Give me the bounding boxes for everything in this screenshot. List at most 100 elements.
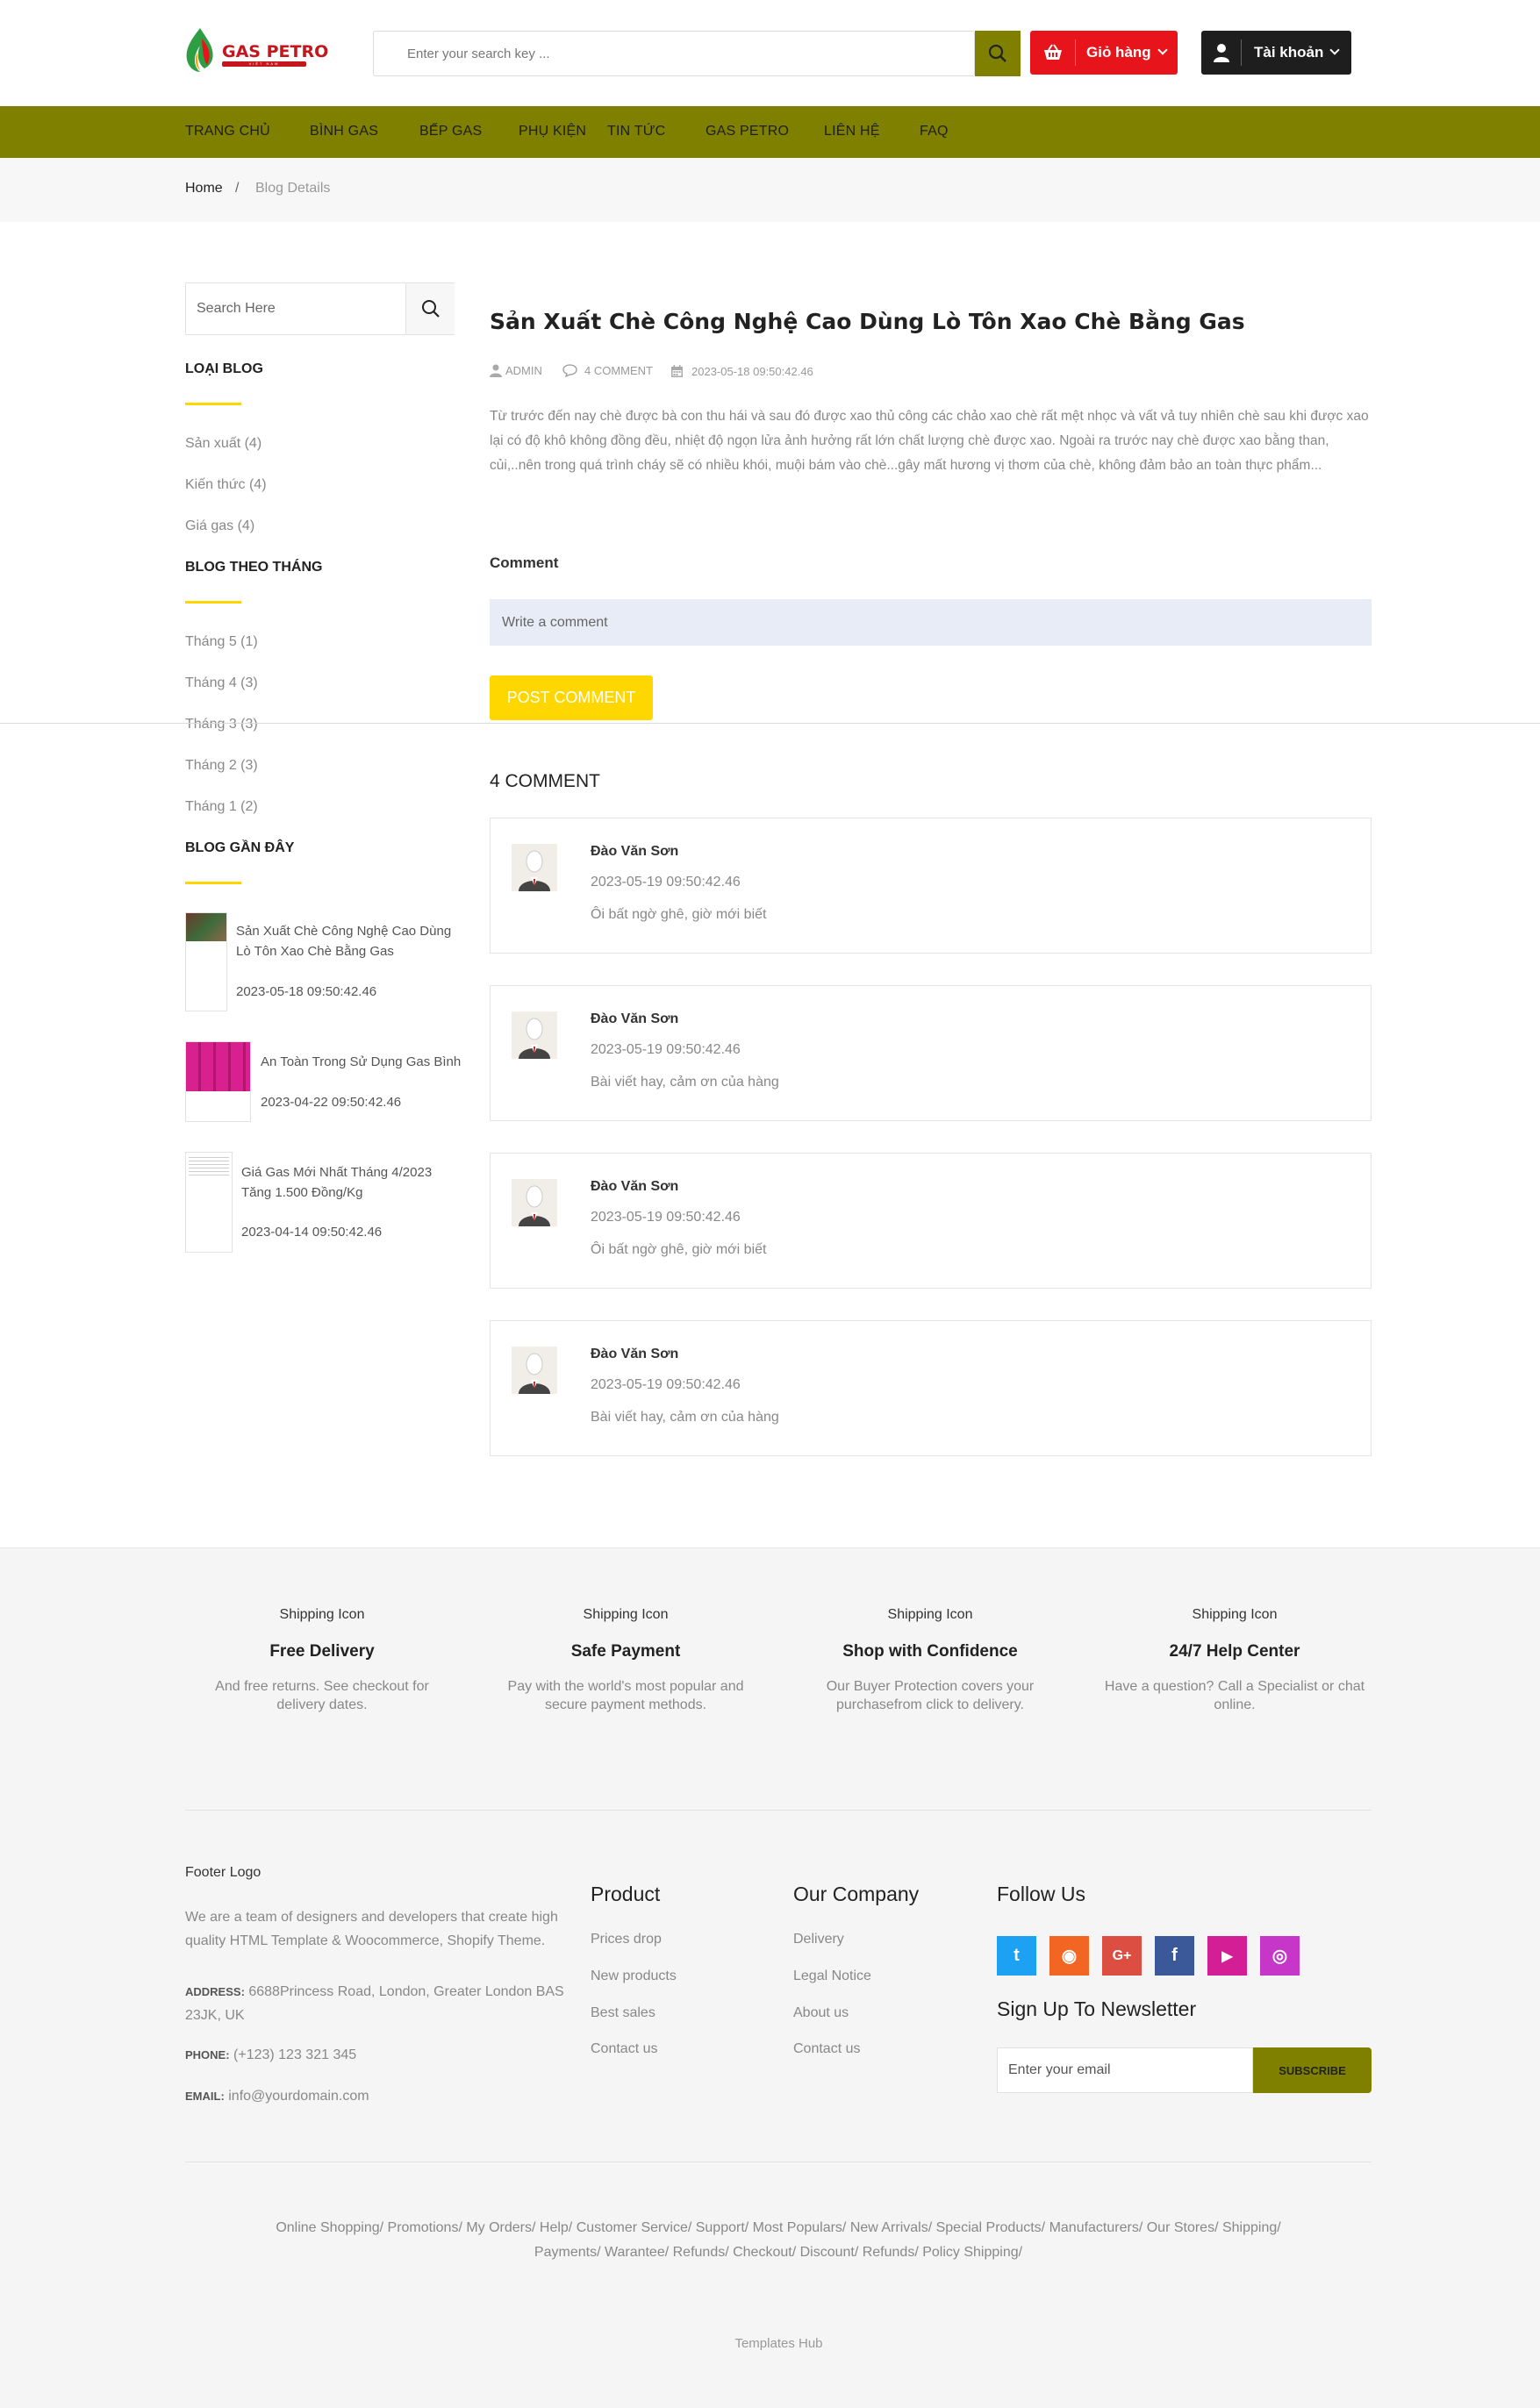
search-icon — [421, 300, 440, 318]
footer-link[interactable]: Prices drop — [591, 1932, 662, 1947]
footer-links-line[interactable]: Payments/ Warantee/ Refunds/ Checkout/ D… — [185, 2240, 1372, 2265]
recent-post-title[interactable]: Giá Gas Mới Nhất Tháng 4/2023 Tăng 1.500… — [241, 1162, 452, 1203]
comment-text: Bài viết hay, cảm ơn của hàng — [591, 1410, 779, 1425]
month-link[interactable]: Tháng 1 (2) — [185, 799, 258, 815]
feature-desc: And free returns. See checkout for deliv… — [215, 1679, 429, 1712]
feature-desc: Have a question? Call a Specialist or ch… — [1104, 1679, 1365, 1712]
footer-link[interactable]: Contact us — [793, 2041, 860, 2057]
footer-link[interactable]: New products — [591, 1969, 677, 1984]
facebook-icon[interactable]: f — [1155, 1936, 1194, 1976]
comment-date: 2023-05-19 09:50:42.46 — [591, 1042, 741, 1057]
footer-about: We are a team of designers and developer… — [185, 1910, 558, 1948]
month-link[interactable]: Tháng 3 (3) — [185, 717, 258, 732]
avatar — [512, 1347, 557, 1394]
newsletter-email-input[interactable] — [997, 2047, 1253, 2093]
month-link[interactable]: Tháng 5 (1) — [185, 634, 258, 650]
heading-underline — [185, 601, 241, 604]
comment-date: 2023-05-19 09:50:42.46 — [591, 1210, 741, 1225]
sidebar-search-button[interactable] — [405, 283, 455, 334]
nav-item-bep-gas[interactable]: BẾP GAS — [419, 124, 482, 139]
phone-label: PHONE: — [185, 2048, 230, 2061]
nav-item-gas-petro[interactable]: GAS PETRO — [706, 124, 789, 139]
post-comment-button[interactable]: POST COMMENT — [490, 675, 653, 720]
cart-label: Giỏ hàng — [1086, 44, 1151, 61]
footer-links-line[interactable]: Online Shopping/ Promotions/ My Orders/ … — [185, 2216, 1372, 2240]
divider — [0, 723, 1540, 724]
comments-heading: 4 COMMENT — [490, 771, 600, 791]
recent-post-date: 2023-04-22 09:50:42.46 — [261, 1095, 402, 1110]
comment-input[interactable] — [490, 599, 1372, 646]
recent-post-date: 2023-05-18 09:50:42.46 — [236, 984, 377, 999]
breadcrumb-separator: / — [235, 181, 240, 196]
footer-link[interactable]: About us — [793, 2005, 849, 2021]
month-link[interactable]: Tháng 2 (3) — [185, 758, 258, 774]
email-value[interactable]: info@yourdomain.com — [228, 2089, 369, 2104]
post-comment-count: 4 COMMENT — [562, 364, 653, 377]
header-search-button[interactable] — [975, 31, 1021, 76]
nav-item-lien-he[interactable]: LIÊN HỆ — [824, 124, 880, 139]
comment-card: Đào Văn Sơn 2023-05-19 09:50:42.46 Ôi bấ… — [490, 1153, 1372, 1289]
months-heading: BLOG THEO THÁNG — [185, 560, 323, 575]
recent-post-title[interactable]: Sản Xuất Chè Công Nghệ Cao Dùng Lò Tôn X… — [236, 921, 459, 961]
google-plus-icon[interactable]: G+ — [1102, 1936, 1142, 1976]
recent-post-thumbnail[interactable] — [185, 1152, 233, 1253]
breadcrumb — [0, 158, 1540, 222]
subscribe-button[interactable]: SUBSCRIBE — [1253, 2047, 1372, 2093]
heading-underline — [185, 882, 241, 884]
comment-card: Đào Văn Sơn 2023-05-19 09:50:42.46 Ôi bấ… — [490, 818, 1372, 954]
footer-link[interactable]: Delivery — [793, 1932, 844, 1947]
nav-item-tin-tuc[interactable]: TIN TỨC — [607, 124, 665, 139]
feature-title: 24/7 Help Center — [1169, 1642, 1300, 1661]
comment-author: Đào Văn Sơn — [591, 1011, 679, 1026]
footer-link[interactable]: Contact us — [591, 2041, 657, 2057]
brand-name[interactable]: GAS PETRO — [222, 42, 328, 61]
recent-post-title[interactable]: An Toàn Trong Sử Dụng Gas Bình — [261, 1052, 462, 1072]
account-label: Tài khoản — [1254, 44, 1324, 61]
rss-icon[interactable]: ◉ — [1049, 1936, 1089, 1976]
account-button[interactable]: Tài khoản — [1201, 31, 1351, 75]
address-label: ADDRESS: — [185, 1985, 245, 1998]
feature-desc: Our Buyer Protection covers your purchas… — [826, 1679, 1035, 1712]
feature-help-center: Shipping Icon 24/7 Help Center Have a qu… — [1103, 1605, 1366, 1714]
comment-text: Bài viết hay, cảm ơn của hàng — [591, 1075, 779, 1090]
instagram-icon[interactable]: ◎ — [1260, 1936, 1300, 1976]
footer-email: EMAIL: info@yourdomain.com — [185, 2084, 571, 2108]
category-link[interactable]: Sản xuất (4) — [185, 436, 261, 452]
feature-shop-confidence: Shipping Icon Shop with Confidence Our B… — [799, 1605, 1062, 1714]
calendar-icon — [671, 365, 683, 377]
youtube-icon[interactable]: ▶ — [1207, 1936, 1247, 1976]
comment-author: Đào Văn Sơn — [591, 1179, 679, 1194]
header-search-input[interactable] — [407, 32, 899, 75]
comment-date: 2023-05-19 09:50:42.46 — [591, 875, 741, 890]
category-link[interactable]: Kiến thức (4) — [185, 477, 267, 493]
footer-logo[interactable]: Footer Logo — [185, 1865, 261, 1881]
category-link[interactable]: Giá gas (4) — [185, 518, 254, 534]
comment-author: Đào Văn Sơn — [591, 844, 679, 859]
categories-heading: LOẠI BLOG — [185, 361, 263, 376]
logo-flame-icon[interactable] — [183, 26, 217, 74]
footer-link[interactable]: Best sales — [591, 2005, 655, 2021]
email-label: EMAIL: — [185, 2090, 225, 2103]
sidebar-search-input[interactable] — [186, 283, 405, 334]
heading-underline — [185, 403, 241, 405]
nav-item-binh-gas[interactable]: BÌNH GAS — [310, 124, 378, 139]
avatar — [512, 1179, 557, 1226]
recent-post-thumbnail[interactable] — [185, 1041, 251, 1122]
twitter-icon[interactable]: t — [997, 1936, 1036, 1976]
nav-item-phu-kien[interactable]: PHỤ KIỆN — [519, 124, 586, 139]
recent-post-thumbnail[interactable] — [185, 912, 227, 1011]
post-date-text: 2023-05-18 09:50:42.46 — [691, 364, 813, 378]
shipping-icon: Shipping Icon — [583, 1607, 669, 1622]
comment-text: Ôi bất ngờ ghê, giờ mới biết — [591, 1242, 767, 1257]
nav-item-home[interactable]: TRANG CHỦ — [185, 124, 270, 139]
breadcrumb-current: Blog Details — [255, 181, 331, 196]
footer-product-heading: Product — [591, 1883, 661, 1905]
cart-button[interactable]: Giỏ hàng — [1030, 31, 1178, 75]
month-link[interactable]: Tháng 4 (3) — [185, 675, 258, 691]
chevron-down-icon — [1157, 45, 1168, 55]
comment-icon — [562, 364, 577, 377]
breadcrumb-home[interactable]: Home — [185, 181, 223, 196]
nav-item-faq[interactable]: FAQ — [920, 124, 949, 139]
footer-link[interactable]: Legal Notice — [793, 1969, 871, 1984]
shipping-icon: Shipping Icon — [1192, 1607, 1278, 1622]
